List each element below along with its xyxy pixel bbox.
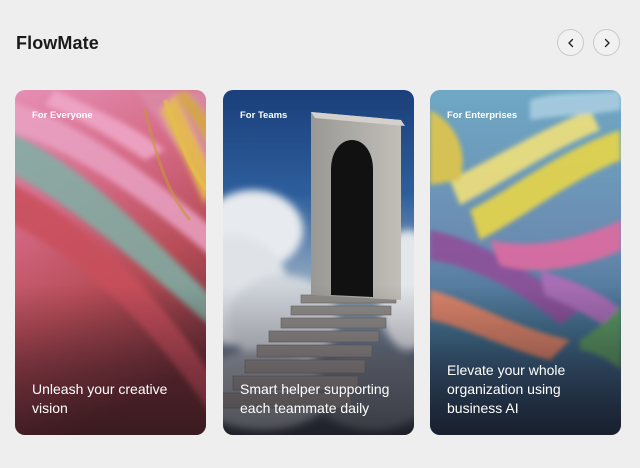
card-tag: For Enterprises bbox=[447, 110, 518, 121]
chevron-left-icon bbox=[567, 38, 573, 47]
card-tag: For Teams bbox=[240, 110, 288, 121]
card-for-everyone[interactable]: For Everyone Unleash your creative visio… bbox=[15, 90, 206, 435]
brand-title: FlowMate bbox=[16, 33, 99, 53]
card-tag: For Everyone bbox=[32, 110, 93, 121]
next-button[interactable] bbox=[593, 29, 620, 56]
card-caption: Unleash your creative vision bbox=[32, 381, 168, 416]
card-caption: Elevate your whole organization using bu… bbox=[447, 362, 566, 416]
card-for-enterprises[interactable]: For Enterprises Elevate your whole organ… bbox=[430, 90, 621, 435]
previous-button[interactable] bbox=[557, 29, 584, 56]
card-for-teams[interactable]: For Teams Smart helper supporting each t… bbox=[223, 90, 414, 435]
chevron-right-icon bbox=[604, 38, 610, 47]
card-caption: Smart helper supporting each teammate da… bbox=[240, 381, 390, 416]
top-bar: FlowMate bbox=[0, 0, 640, 90]
